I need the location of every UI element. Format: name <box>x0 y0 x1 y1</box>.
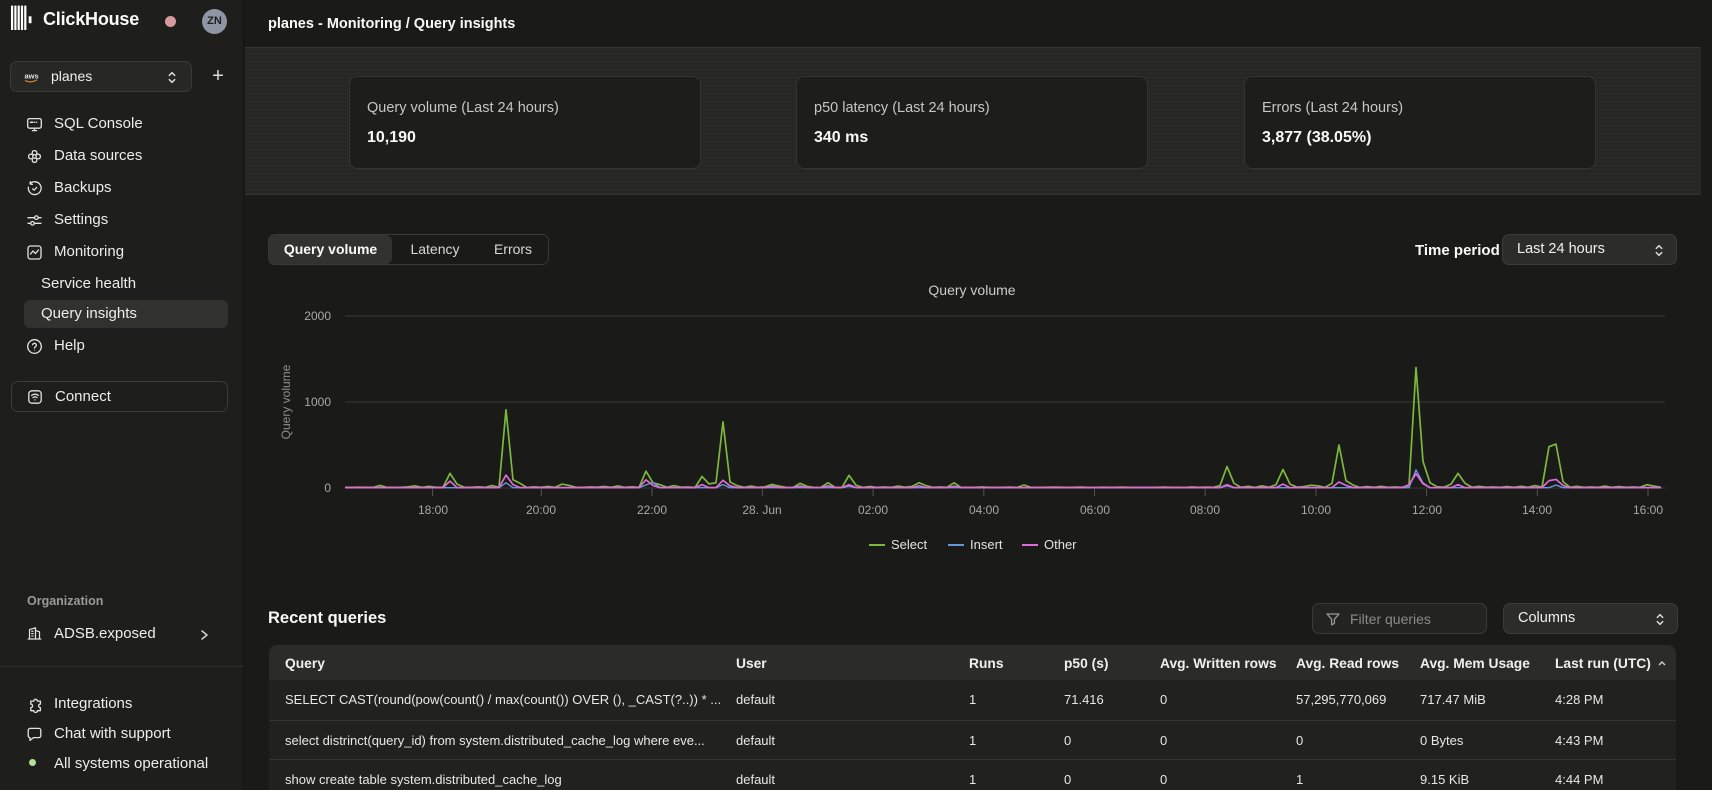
svg-text:Insert: Insert <box>970 537 1003 552</box>
svg-text:04:00: 04:00 <box>969 503 999 517</box>
svg-text:18:00: 18:00 <box>418 503 448 517</box>
svg-text:02:00: 02:00 <box>858 503 888 517</box>
svg-text:28. Jun: 28. Jun <box>742 503 781 517</box>
svg-text:Query volume: Query volume <box>928 282 1015 298</box>
svg-text:aws: aws <box>25 72 39 81</box>
svg-text:2000: 2000 <box>304 309 331 323</box>
svg-text:06:00: 06:00 <box>1080 503 1110 517</box>
svg-text:Select: Select <box>891 537 928 552</box>
svg-text:08:00: 08:00 <box>1190 503 1220 517</box>
svg-text:10:00: 10:00 <box>1301 503 1331 517</box>
svg-text:16:00: 16:00 <box>1633 503 1663 517</box>
svg-text:22:00: 22:00 <box>637 503 667 517</box>
svg-text:20:00: 20:00 <box>526 503 556 517</box>
svg-text:12:00: 12:00 <box>1412 503 1442 517</box>
svg-text:Query volume: Query volume <box>279 364 293 439</box>
svg-text:1000: 1000 <box>304 395 331 409</box>
svg-text:0: 0 <box>324 481 331 495</box>
svg-text:Other: Other <box>1044 537 1077 552</box>
svg-text:14:00: 14:00 <box>1522 503 1552 517</box>
